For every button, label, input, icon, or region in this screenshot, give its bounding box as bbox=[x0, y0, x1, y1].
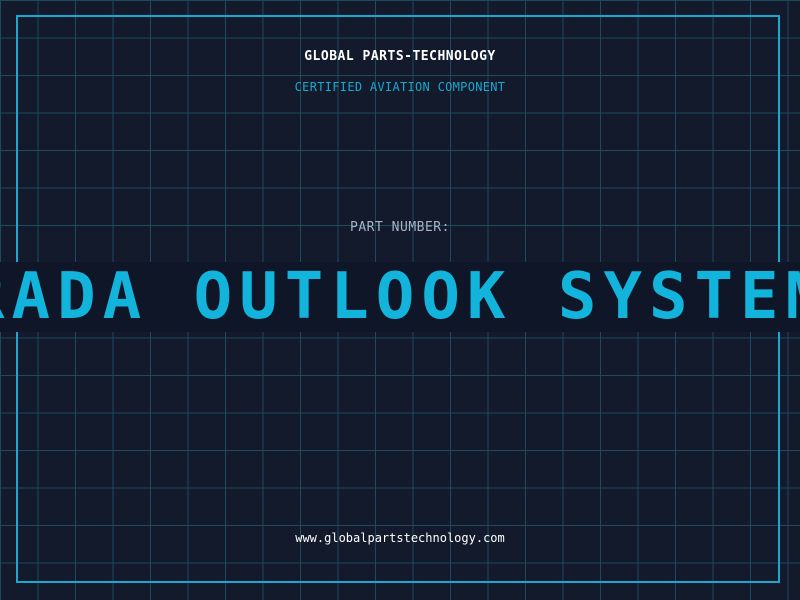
website-url: www.globalpartstechnology.com bbox=[295, 531, 505, 545]
tagline: CERTIFIED AVIATION COMPONENT bbox=[294, 80, 506, 94]
part-name: RADA OUTLOOK SYSTEM bbox=[0, 262, 800, 332]
part-number-label: PART NUMBER: bbox=[350, 220, 450, 235]
company-name: GLOBAL PARTS-TECHNOLOGY bbox=[304, 49, 496, 64]
part-name-banner: RADA OUTLOOK SYSTEM bbox=[0, 262, 800, 332]
